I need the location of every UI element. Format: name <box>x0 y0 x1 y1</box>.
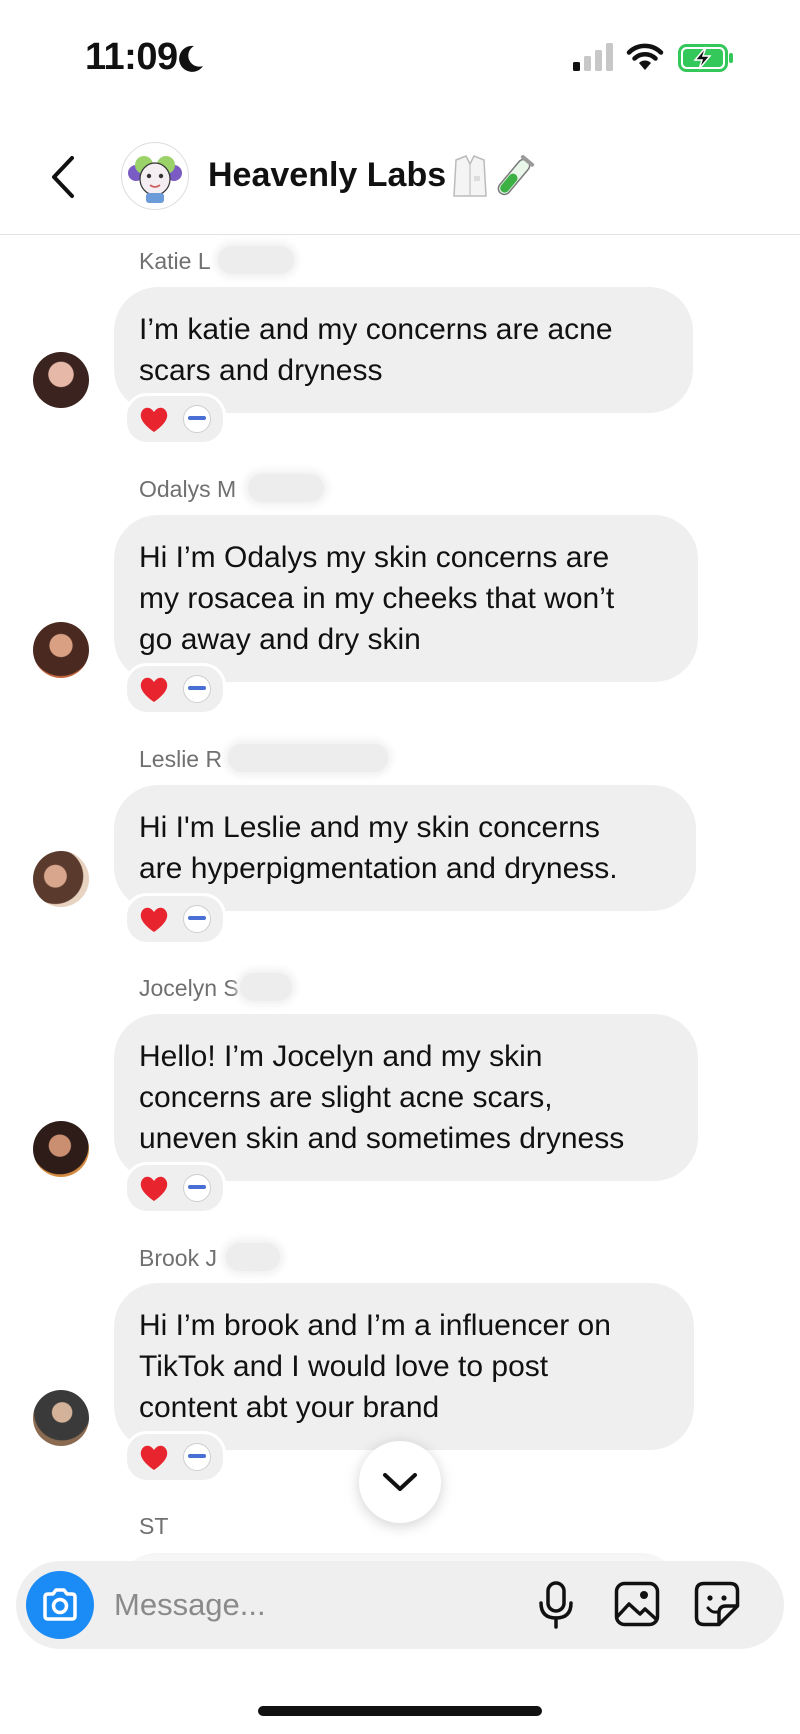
lab-coat-and-test-tube-icon <box>453 155 535 197</box>
brand-logo-icon <box>183 1443 211 1471</box>
message-sender: Leslie R <box>139 746 223 772</box>
brand-logo-icon <box>183 675 211 703</box>
avatar[interactable] <box>33 352 89 408</box>
sticker-icon[interactable] <box>694 1581 740 1627</box>
redacted-name <box>240 973 292 1001</box>
camera-button[interactable] <box>26 1571 94 1639</box>
redacted-name <box>248 474 324 502</box>
avatar[interactable] <box>33 622 89 678</box>
message-bubble[interactable]: Hello! I’m Jocelyn and my skin concerns … <box>114 1014 698 1181</box>
message-reactions[interactable] <box>124 1431 226 1483</box>
brand-logo-icon <box>183 905 211 933</box>
chevron-down-icon <box>383 1473 417 1491</box>
brand-logo-icon <box>183 405 211 433</box>
message-reactions[interactable] <box>124 893 226 945</box>
message-composer <box>16 1561 784 1649</box>
avatar[interactable] <box>33 1390 89 1446</box>
scroll-to-bottom-button[interactable] <box>359 1441 441 1523</box>
avatar[interactable] <box>33 1121 89 1177</box>
redacted-name <box>226 1243 280 1271</box>
status-time: 11:09 <box>85 36 178 78</box>
heart-icon <box>140 677 168 702</box>
microphone-icon[interactable] <box>538 1581 574 1629</box>
moon-icon <box>179 45 203 72</box>
message-reactions[interactable] <box>124 1162 226 1214</box>
cellular-signal-icon <box>573 43 613 71</box>
message-reactions[interactable] <box>124 663 226 715</box>
heart-icon <box>140 1445 168 1470</box>
heart-icon <box>140 907 168 932</box>
message-bubble[interactable]: Hi I’m Odalys my skin concerns are my ro… <box>114 515 698 682</box>
message-sender: Katie L <box>139 248 211 274</box>
heart-icon <box>140 407 168 432</box>
status-bar: 11:09 <box>0 0 800 120</box>
redacted-name <box>218 246 294 274</box>
message-reactions[interactable] <box>124 393 226 445</box>
brand-logo-icon <box>183 1174 211 1202</box>
home-indicator <box>258 1706 542 1716</box>
redacted-name <box>228 744 388 772</box>
message-input[interactable] <box>114 1583 494 1627</box>
heart-icon <box>140 1176 168 1201</box>
back-chevron-icon[interactable] <box>44 152 84 202</box>
chat-header: Heavenly Labs <box>0 120 800 235</box>
message-bubble[interactable]: Hi I’m brook and I’m a influencer on Tik… <box>114 1283 694 1450</box>
camera-icon <box>43 1588 77 1621</box>
gallery-icon[interactable] <box>614 1581 660 1627</box>
message-sender: ST <box>139 1513 169 1539</box>
message-sender: Jocelyn S <box>139 975 239 1001</box>
avatar[interactable] <box>33 851 89 907</box>
battery-charging-icon <box>678 44 733 72</box>
group-avatar[interactable] <box>121 142 189 210</box>
message-sender: Odalys M <box>139 476 237 502</box>
wifi-icon <box>626 43 664 70</box>
chat-title[interactable]: Heavenly Labs <box>208 156 446 195</box>
message-sender: Brook J <box>139 1245 217 1271</box>
